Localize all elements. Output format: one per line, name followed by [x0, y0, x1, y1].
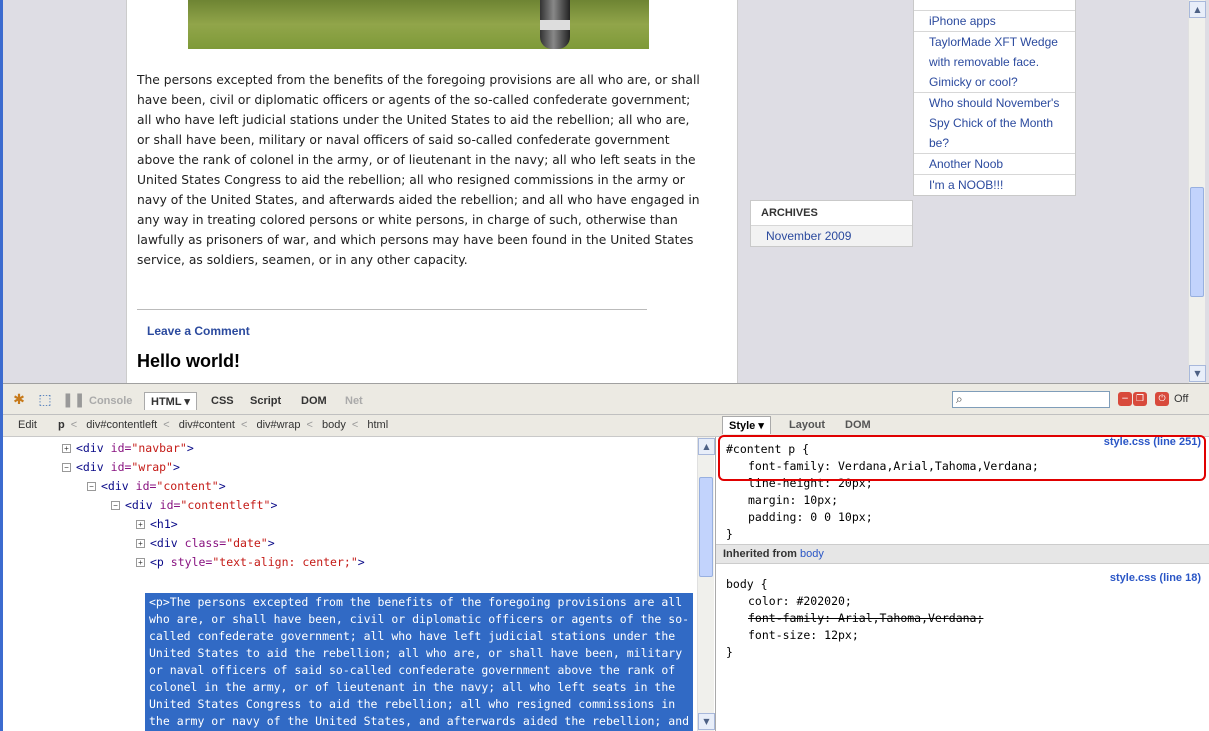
expand-icon[interactable]: + [62, 444, 71, 453]
browser-viewport: The persons excepted from the benefits o… [0, 0, 1209, 383]
post-photo [188, 0, 649, 49]
tab-html[interactable]: HTML ▾ [144, 392, 197, 410]
scroll-up-arrow-icon[interactable]: ▲ [698, 438, 715, 455]
firebug-off-label[interactable]: Off [1174, 393, 1188, 405]
leave-comment-link[interactable]: Leave a Comment [147, 324, 250, 338]
recent-item-another-noob[interactable]: Another Noob [914, 153, 1075, 174]
rule1-prop-margin[interactable]: margin: 10px; [726, 492, 1039, 509]
tab-dom[interactable]: DOM [296, 394, 332, 408]
edit-button[interactable]: Edit [18, 415, 37, 436]
inherited-label: Inherited from [723, 548, 797, 560]
expand-icon[interactable]: + [136, 539, 145, 548]
golf-club-band [540, 20, 570, 30]
tree-node-date[interactable]: + <div class="date"> [136, 534, 275, 553]
firebug-bug-icon[interactable]: ✱ [10, 392, 28, 408]
tab-script[interactable]: Script [245, 394, 286, 408]
page-scrollbar[interactable]: ▲ ▼ [1188, 0, 1206, 383]
tree-node-navbar[interactable]: + <div id="navbar"> [62, 439, 194, 458]
collapse-icon[interactable]: − [62, 463, 71, 472]
rule2-source-link[interactable]: style.css (line 18) [1110, 572, 1201, 584]
post-divider [137, 309, 647, 310]
breadcrumb-separator: < [240, 419, 248, 431]
tree-node-wrap[interactable]: − <div id="wrap"> [62, 458, 180, 477]
tree-node-p-centered[interactable]: + <p style="text-align: center;"> [136, 553, 365, 572]
archives-item-november-2009[interactable]: November 2009 [751, 226, 912, 246]
html-tree: + <div id="navbar"> − <div id="wrap"> − <di… [0, 437, 697, 731]
recent-posts-list: iPhone apps TaylorMade XFT Wedge with re… [913, 0, 1076, 196]
selected-p-tag: <p> [149, 595, 170, 609]
firebug-search-box[interactable]: ⌕ [952, 391, 1110, 408]
css-rule-body: body { color: #202020; font-family: Aria… [726, 576, 983, 661]
breadcrumb-wrap[interactable]: div#wrap [256, 415, 300, 436]
rule2-prop-font-family-overridden[interactable]: font-family: Arial,Tahoma,Verdana; [726, 610, 983, 627]
tree-node-contentleft[interactable]: − <div id="contentleft"> [111, 496, 277, 515]
inherited-from-header: Inherited from body [716, 544, 1209, 564]
breadcrumb-separator: < [306, 419, 313, 431]
breadcrumb: Edit p < div#contentleft < div#content < di… [0, 415, 716, 437]
collapse-icon[interactable]: − [111, 501, 120, 510]
html-panel-scrollbar[interactable]: ▲ ▼ [697, 437, 715, 731]
tree-node-h1[interactable]: + <h1> [136, 515, 178, 534]
tab-style-dom[interactable]: DOM [840, 418, 876, 432]
page-scrollbar-thumb[interactable] [1190, 187, 1204, 297]
breadcrumb-separator: < [70, 419, 78, 431]
annotation-highlight-box [718, 435, 1206, 481]
rule1-prop-padding[interactable]: padding: 0 0 10px; [726, 509, 1039, 526]
breadcrumb-content[interactable]: div#content [179, 415, 235, 436]
rule1-close: } [726, 527, 733, 541]
tree-node-selected-p[interactable]: <p>The persons excepted from the benefit… [145, 593, 693, 731]
rule2-selector[interactable]: body { [726, 576, 983, 593]
search-icon: ⌕ [956, 392, 963, 406]
recent-item-spy-chick[interactable]: Who should November's Spy Chick of the M… [914, 92, 1075, 153]
expand-icon[interactable]: + [136, 558, 145, 567]
rule2-prop-color[interactable]: color: #202020; [726, 593, 983, 610]
tab-style[interactable]: Style ▾ [722, 416, 771, 434]
breadcrumb-separator: < [351, 419, 359, 431]
archives-title: ARCHIVES [751, 201, 912, 226]
style-tabs: Style ▾ Layout DOM [716, 415, 1209, 437]
pause-icon[interactable]: ❚❚ [62, 392, 85, 408]
recent-item-im-a-noob[interactable]: I'm a NOOB!!! [914, 174, 1075, 195]
tab-console[interactable]: Console [84, 394, 137, 408]
tree-node-content[interactable]: − <div id="content"> [87, 477, 226, 496]
tab-net[interactable]: Net [340, 394, 368, 408]
collapse-icon[interactable]: − [87, 482, 96, 491]
expand-icon[interactable]: + [136, 520, 145, 529]
archives-widget: ARCHIVES November 2009 [750, 200, 913, 247]
breadcrumb-p[interactable]: p [58, 415, 65, 436]
inherited-from-body-link[interactable]: body [800, 548, 824, 560]
rule2-prop-font-size[interactable]: font-size: 12px; [726, 627, 983, 644]
post-title[interactable]: Hello world! [137, 351, 240, 372]
tab-css[interactable]: CSS [206, 394, 239, 408]
minimize-icon[interactable]: − [1118, 392, 1132, 406]
breadcrumb-html[interactable]: html [367, 415, 388, 436]
breadcrumb-contentleft[interactable]: div#contentleft [86, 415, 157, 436]
scroll-down-arrow-icon[interactable]: ▼ [1189, 365, 1206, 382]
selected-p-text: The persons excepted from the benefits o… [149, 595, 690, 728]
breadcrumb-body[interactable]: body [322, 415, 346, 436]
inspect-icon[interactable]: ⬚ [36, 392, 54, 408]
scroll-up-arrow-icon[interactable]: ▲ [1189, 1, 1206, 18]
breadcrumb-separator: < [163, 419, 170, 431]
firebug-toolbar: ✱ ⬚ ❚❚ Console HTML ▾ CSS Script DOM Net… [0, 383, 1209, 415]
tab-layout[interactable]: Layout [784, 418, 830, 432]
power-icon[interactable]: ⏻ [1155, 392, 1169, 406]
recent-item-iphone-apps[interactable]: iPhone apps [914, 10, 1075, 31]
scroll-down-arrow-icon[interactable]: ▼ [698, 713, 715, 730]
detach-icon[interactable]: ❐ [1133, 392, 1147, 406]
rule2-close: } [726, 645, 733, 659]
content-column: The persons excepted from the benefits o… [126, 0, 738, 383]
firebug-search-input[interactable] [971, 393, 1106, 406]
recent-item-partial [914, 0, 1075, 10]
recent-item-taylormade[interactable]: TaylorMade XFT Wedge with removable face… [914, 31, 1075, 92]
post-body-paragraph: The persons excepted from the benefits o… [137, 73, 700, 267]
window-left-border [0, 0, 3, 731]
html-panel: Edit p < div#contentleft < div#content < di… [0, 415, 716, 731]
html-scrollbar-thumb[interactable] [699, 477, 713, 577]
